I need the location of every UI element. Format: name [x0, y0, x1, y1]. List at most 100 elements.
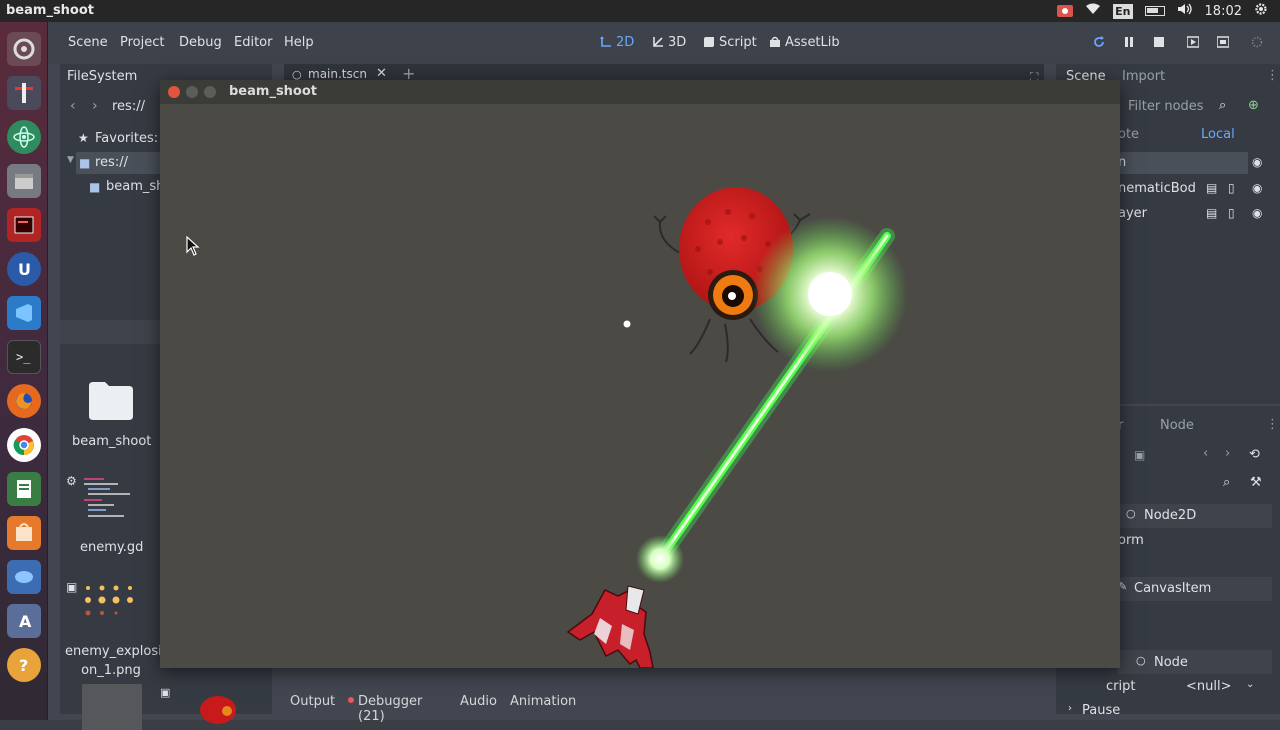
- svg-text:>_: >_: [16, 350, 31, 364]
- launcher-software-icon[interactable]: [7, 516, 41, 550]
- wifi-icon[interactable]: [1085, 3, 1101, 19]
- launcher-firefox-icon[interactable]: [7, 384, 41, 418]
- close-window-icon[interactable]: [168, 86, 180, 98]
- visibility-eye-icon[interactable]: ◉: [1252, 155, 1262, 169]
- filter-nodes-input[interactable]: Filter nodes: [1128, 99, 1204, 114]
- volume-icon[interactable]: [1177, 3, 1193, 19]
- launcher-atom-icon[interactable]: [7, 120, 41, 154]
- filesystem-path-field[interactable]: res://: [112, 99, 145, 114]
- pause-icon[interactable]: [1123, 36, 1135, 48]
- launcher-vscode-icon[interactable]: [7, 296, 41, 330]
- play-scene-icon[interactable]: [1187, 36, 1199, 48]
- menu-debug[interactable]: Debug: [179, 35, 222, 50]
- menu-help[interactable]: Help: [284, 35, 314, 50]
- main-scene-tab[interactable]: main.tscn: [308, 67, 367, 81]
- local-tab[interactable]: Local: [1201, 127, 1235, 142]
- menu-project[interactable]: Project: [120, 35, 164, 50]
- history-icon[interactable]: ⟲: [1249, 447, 1260, 462]
- play-custom-scene-icon[interactable]: [1217, 36, 1229, 48]
- menu-editor[interactable]: Editor: [234, 35, 272, 50]
- output-tab[interactable]: Output: [290, 694, 335, 709]
- game-window-titlebar[interactable]: beam_shoot: [160, 80, 1120, 104]
- launcher-unreal-icon[interactable]: U: [7, 252, 41, 286]
- enemy-eye-highlight: [728, 292, 736, 300]
- node-kinematic-label[interactable]: nematicBod: [1118, 181, 1196, 196]
- beam-shoot-folder-label[interactable]: beam_sh: [106, 179, 164, 194]
- file-item-beam-shoot[interactable]: beam_shoot: [60, 364, 160, 454]
- favorites-label[interactable]: Favorites:: [95, 131, 158, 146]
- bullet: [623, 320, 631, 328]
- history-back-icon[interactable]: ‹: [1203, 446, 1208, 461]
- node-row-selected[interactable]: [1118, 152, 1248, 174]
- tools-icon[interactable]: ⚒: [1250, 475, 1262, 490]
- screen-record-icon[interactable]: [1057, 5, 1074, 17]
- stop-icon[interactable]: [1153, 36, 1165, 48]
- res-root-label: res://: [95, 155, 128, 170]
- node-circle-icon: ○: [1136, 654, 1146, 667]
- menu-scene[interactable]: Scene: [68, 35, 108, 50]
- settings-gear-icon[interactable]: [1254, 2, 1268, 20]
- launcher-amazon-icon[interactable]: A: [7, 604, 41, 638]
- file-item-enemy-explosion[interactable]: ▣ enemy_explosi on_1.png: [60, 580, 162, 680]
- launcher-terminal-red-icon[interactable]: [7, 208, 41, 242]
- player-ship[interactable]: [566, 585, 654, 668]
- pause-section-label[interactable]: Pause: [1082, 703, 1120, 718]
- expand-arrow-icon[interactable]: ▼: [67, 155, 74, 165]
- back-arrow-icon[interactable]: ‹: [70, 98, 76, 114]
- search-icon[interactable]: ⌕: [1223, 475, 1230, 490]
- launcher-home-icon[interactable]: [7, 32, 41, 66]
- script-property-value[interactable]: <null>: [1186, 679, 1232, 694]
- assetlib-workspace-icon: [770, 36, 780, 47]
- beam-muzzle-glow: [636, 535, 684, 583]
- keyboard-layout-indicator[interactable]: En: [1113, 3, 1133, 19]
- close-tab-icon[interactable]: ✕: [376, 66, 387, 81]
- script-workspace-icon: [704, 37, 714, 47]
- maximize-window-icon[interactable]: [204, 86, 216, 98]
- minimize-window-icon[interactable]: [186, 86, 198, 98]
- dock-menu-icon[interactable]: ⋮: [1266, 68, 1279, 83]
- game-window-title: beam_shoot: [229, 84, 318, 99]
- favorites-star-icon: ★: [78, 131, 89, 145]
- launcher-terminal-icon[interactable]: >_: [7, 340, 41, 374]
- file-item-enemy-gd[interactable]: ⚙ enemy.gd: [60, 472, 160, 562]
- dock-menu-icon[interactable]: ⋮: [1266, 417, 1279, 432]
- script-icon[interactable]: ▯: [1228, 206, 1235, 220]
- workspace-2d-button[interactable]: 2D: [616, 35, 634, 50]
- transform-section-label[interactable]: orm: [1118, 533, 1144, 548]
- workspace-script-button[interactable]: Script: [719, 35, 757, 50]
- image-file-icon: ▣: [160, 686, 171, 699]
- svg-text:U: U: [18, 260, 31, 279]
- launcher-files-icon[interactable]: [7, 164, 41, 198]
- launcher-chrome-icon[interactable]: [7, 428, 41, 462]
- import-dock-tab[interactable]: Import: [1122, 69, 1165, 84]
- game-window[interactable]: beam_shoot: [160, 80, 1120, 668]
- workspace-3d-button[interactable]: 3D: [668, 35, 686, 50]
- battery-icon[interactable]: [1144, 6, 1165, 16]
- clock[interactable]: 18:02: [1205, 4, 1242, 19]
- launcher-libreoffice-icon[interactable]: [7, 472, 41, 506]
- launcher-app-icon[interactable]: [7, 560, 41, 594]
- clapper-icon[interactable]: ▤: [1206, 181, 1217, 195]
- forward-arrow-icon[interactable]: ›: [92, 98, 98, 114]
- script-icon[interactable]: ▯: [1228, 181, 1235, 195]
- workspace-assetlib-button[interactable]: AssetLib: [785, 35, 840, 50]
- remote-tab[interactable]: ote: [1118, 127, 1139, 142]
- node-player-label[interactable]: ayer: [1118, 206, 1147, 221]
- history-forward-icon[interactable]: ›: [1225, 446, 1230, 461]
- add-node-icon[interactable]: ⊕: [1248, 98, 1259, 113]
- explosion-sprite-thumbnail: [85, 585, 133, 616]
- file-item-label: enemy_explosi on_1.png: [65, 644, 162, 678]
- launcher-text-editor-icon[interactable]: [7, 76, 41, 110]
- game-viewport[interactable]: [160, 104, 1120, 668]
- animation-tab[interactable]: Animation: [510, 694, 576, 709]
- node-dock-tab[interactable]: Node: [1160, 418, 1194, 433]
- visibility-eye-icon[interactable]: ◉: [1252, 206, 1262, 220]
- chevron-down-icon[interactable]: ⌄: [1246, 679, 1254, 690]
- audio-tab[interactable]: Audio: [460, 694, 497, 709]
- file-item-partial[interactable]: [82, 684, 142, 730]
- visibility-eye-icon[interactable]: ◉: [1252, 181, 1262, 195]
- save-icon[interactable]: ▣: [1134, 448, 1145, 462]
- clapper-icon[interactable]: ▤: [1206, 206, 1217, 220]
- reload-icon[interactable]: [1093, 36, 1105, 48]
- launcher-help-icon[interactable]: ?: [7, 648, 41, 682]
